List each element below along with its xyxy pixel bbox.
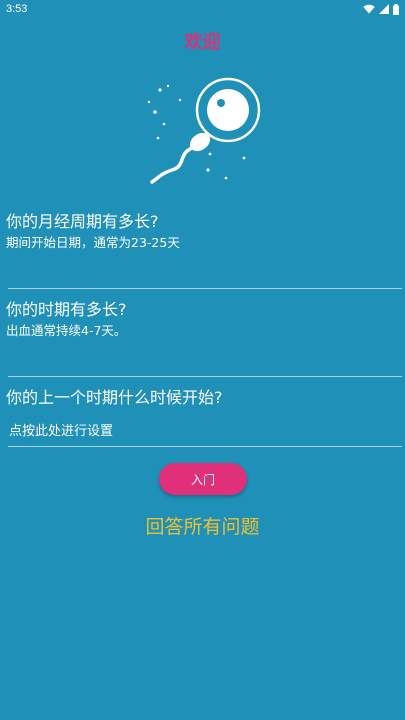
- period-length-input[interactable]: [8, 338, 402, 376]
- question-cycle-length-title: 你的月经周期有多长?: [6, 212, 159, 231]
- status-icons: [363, 3, 399, 15]
- page-title: 欢迎: [184, 32, 221, 53]
- cycle-length-underline: [8, 288, 402, 289]
- question-last-period-title: 你的上一个时期什么时候开始?: [6, 388, 223, 407]
- start-button[interactable]: 入门: [159, 463, 247, 495]
- last-period-date-field[interactable]: 点按此处进行设置: [9, 420, 113, 439]
- last-period-underline: [8, 446, 402, 447]
- period-length-underline: [8, 376, 402, 377]
- question-cycle-length-hint: 期间开始日期，通常为23-25天: [6, 235, 180, 250]
- status-bar: 3:53: [0, 0, 405, 18]
- status-time: 3:53: [6, 3, 28, 15]
- wifi-icon: [363, 4, 375, 14]
- battery-icon: [393, 3, 399, 15]
- question-period-length-title: 你的时期有多长?: [6, 300, 127, 319]
- answer-all-hint: 回答所有问题: [145, 516, 260, 538]
- cycle-length-input[interactable]: [8, 250, 402, 288]
- sperm-egg-icon: [147, 77, 261, 184]
- question-period-length-hint: 出血通常持续4-7天。: [6, 323, 127, 338]
- signal-icon: [379, 4, 389, 14]
